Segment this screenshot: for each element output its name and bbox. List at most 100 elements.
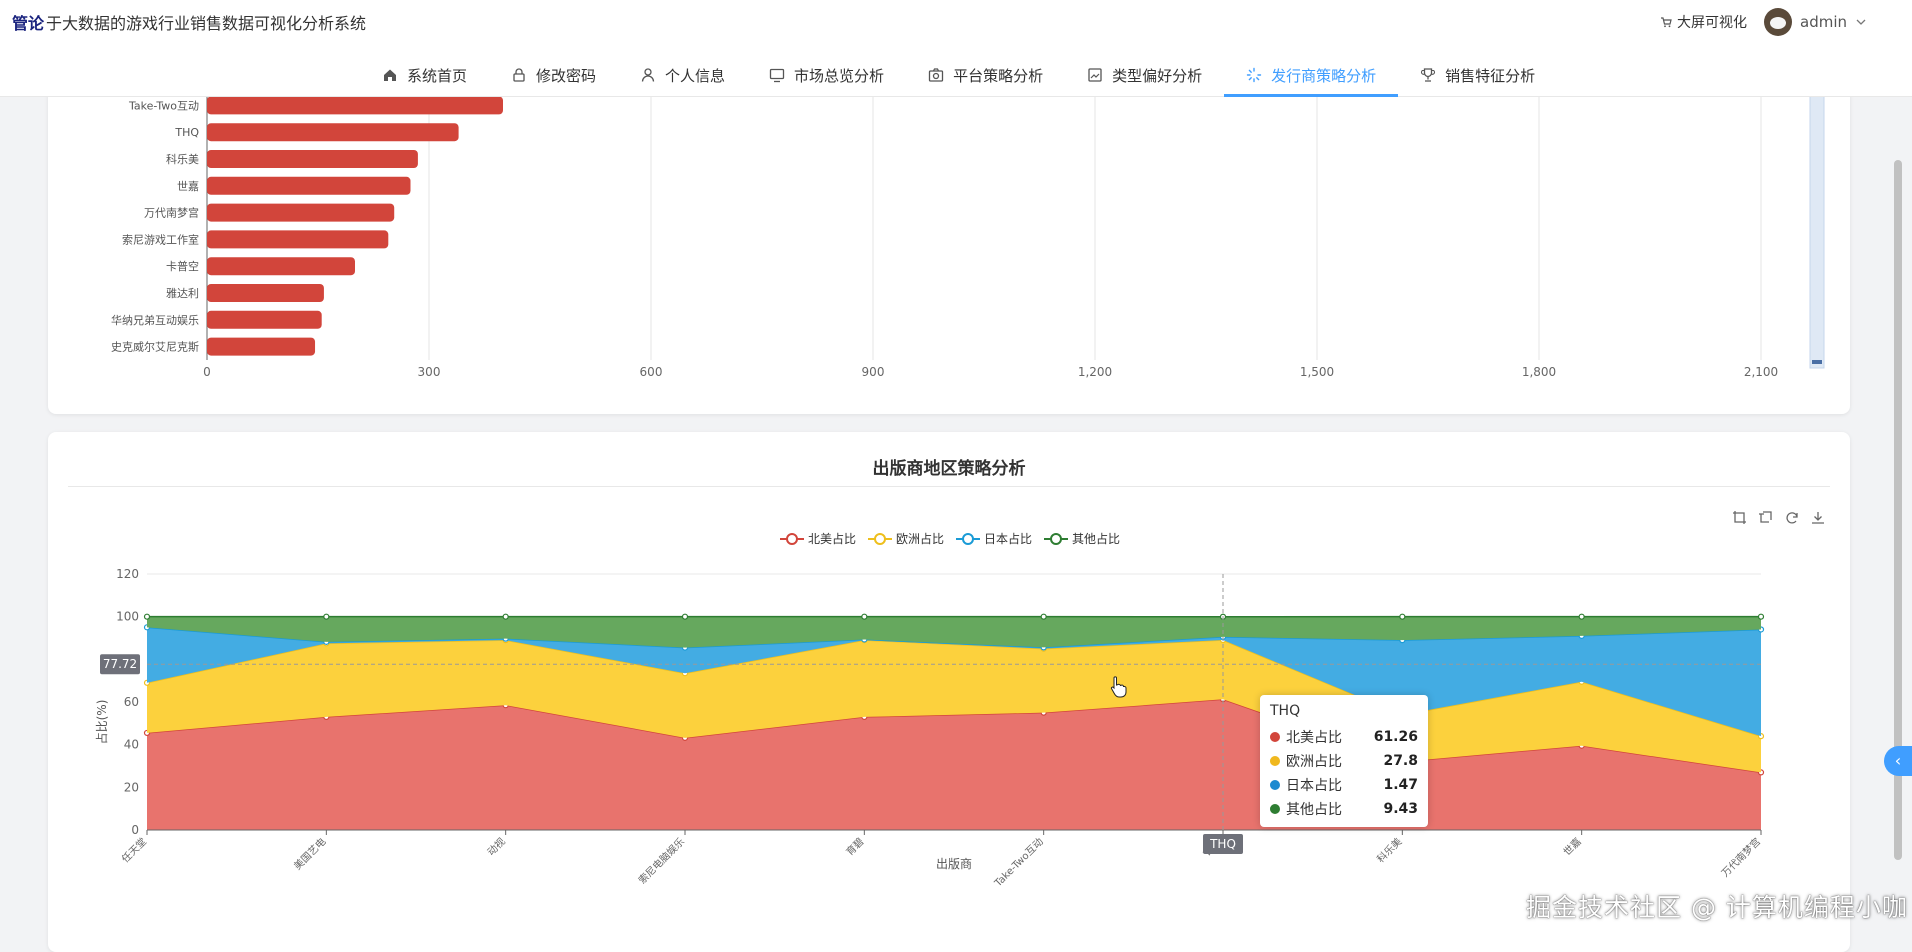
chevron-down-icon <box>1855 16 1867 28</box>
nav-item-2[interactable]: 个人信息 <box>618 56 747 97</box>
x-tick-label: 1,200 <box>1078 365 1112 379</box>
cart-icon <box>1660 16 1672 28</box>
top-header: 管论于大数据的游戏行业销售数据可视化分析系统 大屏可视化 admin 系统首页 修… <box>0 0 1912 97</box>
data-point[interactable] <box>1579 614 1584 619</box>
x-tick-label: 1,800 <box>1522 365 1556 379</box>
data-point[interactable] <box>683 614 688 619</box>
nav-item-5[interactable]: 类型偏好分析 <box>1065 56 1224 97</box>
app-badge: 管论 <box>12 14 44 33</box>
y-tick-label: 0 <box>131 823 139 837</box>
page-scrollbar[interactable] <box>1892 120 1904 920</box>
legend-label: 北美占比 <box>808 531 856 546</box>
bar[interactable] <box>207 230 388 248</box>
y-tick-label: 万代南梦宫 <box>144 206 199 220</box>
app-title: 管论于大数据的游戏行业销售数据可视化分析系统 <box>12 10 366 34</box>
zoom-select-icon[interactable] <box>1733 511 1746 524</box>
chart-tooltip: THQ 北美占比61.26欧洲占比27.8日本占比1.47其他占比9.43 <box>1260 695 1428 827</box>
download-icon[interactable] <box>1812 512 1824 523</box>
monitor-icon <box>769 67 785 83</box>
main-nav: 系统首页 修改密码 个人信息 市场总览分析 平台策略分析 类型偏好分析 发行商策略分析 销售特… <box>360 56 1557 96</box>
x-tick-label: 科乐美 <box>1374 835 1404 865</box>
series-marker <box>1270 804 1280 814</box>
data-point[interactable] <box>1400 614 1405 619</box>
y-tick-label: Take-Two互动 <box>128 99 199 112</box>
bigscreen-label: 大屏可视化 <box>1677 12 1747 32</box>
y-tick-label: THQ <box>174 126 199 139</box>
x-tick-label: 300 <box>418 365 441 379</box>
bar[interactable] <box>207 150 418 168</box>
y-tick-label: 卡普空 <box>166 259 199 273</box>
crosshair-x-label: THQ <box>1209 837 1236 851</box>
tooltip-row: 其他占比9.43 <box>1270 797 1418 821</box>
nav-item-6[interactable]: 发行商策略分析 <box>1224 56 1398 97</box>
nav-item-3[interactable]: 市场总览分析 <box>747 56 906 97</box>
y-tick-label: 60 <box>124 695 139 709</box>
publisher-sales-card: 03006009001,2001,5001,8002,100Take-Two互动… <box>48 60 1850 414</box>
x-tick-label: 美国艺电 <box>291 835 328 872</box>
tooltip-label: 欧洲占比 <box>1286 751 1383 771</box>
legend-label: 欧洲占比 <box>896 531 944 546</box>
nav-item-7[interactable]: 销售特征分析 <box>1398 56 1557 97</box>
side-expand-button[interactable]: ‹ <box>1884 746 1912 776</box>
avatar <box>1764 8 1792 36</box>
y-axis-title: 占比(%) <box>94 700 109 745</box>
trophy-icon <box>1420 67 1436 83</box>
picture-icon <box>1087 67 1103 83</box>
data-zoom-handle[interactable] <box>1812 360 1822 364</box>
data-zoom-slider[interactable] <box>1810 82 1824 368</box>
y-tick-label: 华纳兄弟互动娱乐 <box>111 313 199 327</box>
nav-item-label: 个人信息 <box>665 65 725 86</box>
x-tick-label: 1,500 <box>1300 365 1334 379</box>
tooltip-row: 欧洲占比27.8 <box>1270 749 1418 773</box>
data-point[interactable] <box>1759 614 1764 619</box>
tooltip-label: 其他占比 <box>1286 799 1383 819</box>
legend-item[interactable]: 日本占比 <box>956 531 1032 546</box>
username: admin <box>1800 13 1847 31</box>
y-tick-label: 世嘉 <box>177 179 199 193</box>
bar[interactable] <box>207 204 394 222</box>
tooltip-label: 北美占比 <box>1286 727 1374 747</box>
watermark: 掘金技术社区 @ 计算机编程小咖 <box>1526 888 1908 924</box>
data-point[interactable] <box>862 614 867 619</box>
bar[interactable] <box>207 96 503 114</box>
x-tick-label: Take-Two互动 <box>992 836 1046 890</box>
nav-item-0[interactable]: 系统首页 <box>360 56 489 97</box>
bar[interactable] <box>207 311 322 329</box>
data-point[interactable] <box>324 614 329 619</box>
nav-item-label: 平台策略分析 <box>953 65 1043 86</box>
y-tick-label: 120 <box>116 567 139 581</box>
legend-item[interactable]: 欧洲占比 <box>868 531 944 546</box>
x-tick-label: 任天堂 <box>119 835 149 865</box>
tooltip-title: THQ <box>1270 703 1418 719</box>
bar[interactable] <box>207 257 355 275</box>
bigscreen-link[interactable]: 大屏可视化 <box>1660 12 1747 32</box>
legend-label: 日本占比 <box>984 531 1032 546</box>
user-menu[interactable]: admin <box>1764 8 1867 36</box>
legend-item[interactable]: 北美占比 <box>780 531 856 546</box>
nav-item-1[interactable]: 修改密码 <box>489 56 618 97</box>
zoom-reset-icon[interactable] <box>1759 512 1771 522</box>
restore-icon[interactable] <box>1787 513 1797 523</box>
nav-item-label: 销售特征分析 <box>1445 65 1535 86</box>
tooltip-value: 9.43 <box>1383 801 1418 817</box>
data-point[interactable] <box>145 614 150 619</box>
nav-item-label: 修改密码 <box>536 65 596 86</box>
region-strategy-card: 出版商地区策略分析 北美占比欧洲占比日本占比其他占比02040608010012… <box>48 432 1850 952</box>
bar[interactable] <box>207 177 411 195</box>
bar[interactable] <box>207 338 315 356</box>
x-tick-label: 2,100 <box>1744 365 1778 379</box>
nav-item-4[interactable]: 平台策略分析 <box>906 56 1065 97</box>
data-point[interactable] <box>503 614 508 619</box>
camera-icon <box>928 67 944 83</box>
y-tick-label: 雅达利 <box>166 286 199 300</box>
x-tick-label: 世嘉 <box>1560 835 1583 858</box>
data-point[interactable] <box>1041 614 1046 619</box>
bar[interactable] <box>207 123 459 141</box>
bar[interactable] <box>207 284 324 302</box>
tooltip-row: 北美占比61.26 <box>1270 725 1418 749</box>
nav-item-label: 发行商策略分析 <box>1271 65 1376 86</box>
x-tick-label: 索尼电脑娱乐 <box>636 835 688 887</box>
lock-icon <box>511 67 527 83</box>
tooltip-label: 日本占比 <box>1286 775 1383 795</box>
legend-item[interactable]: 其他占比 <box>1044 531 1120 546</box>
